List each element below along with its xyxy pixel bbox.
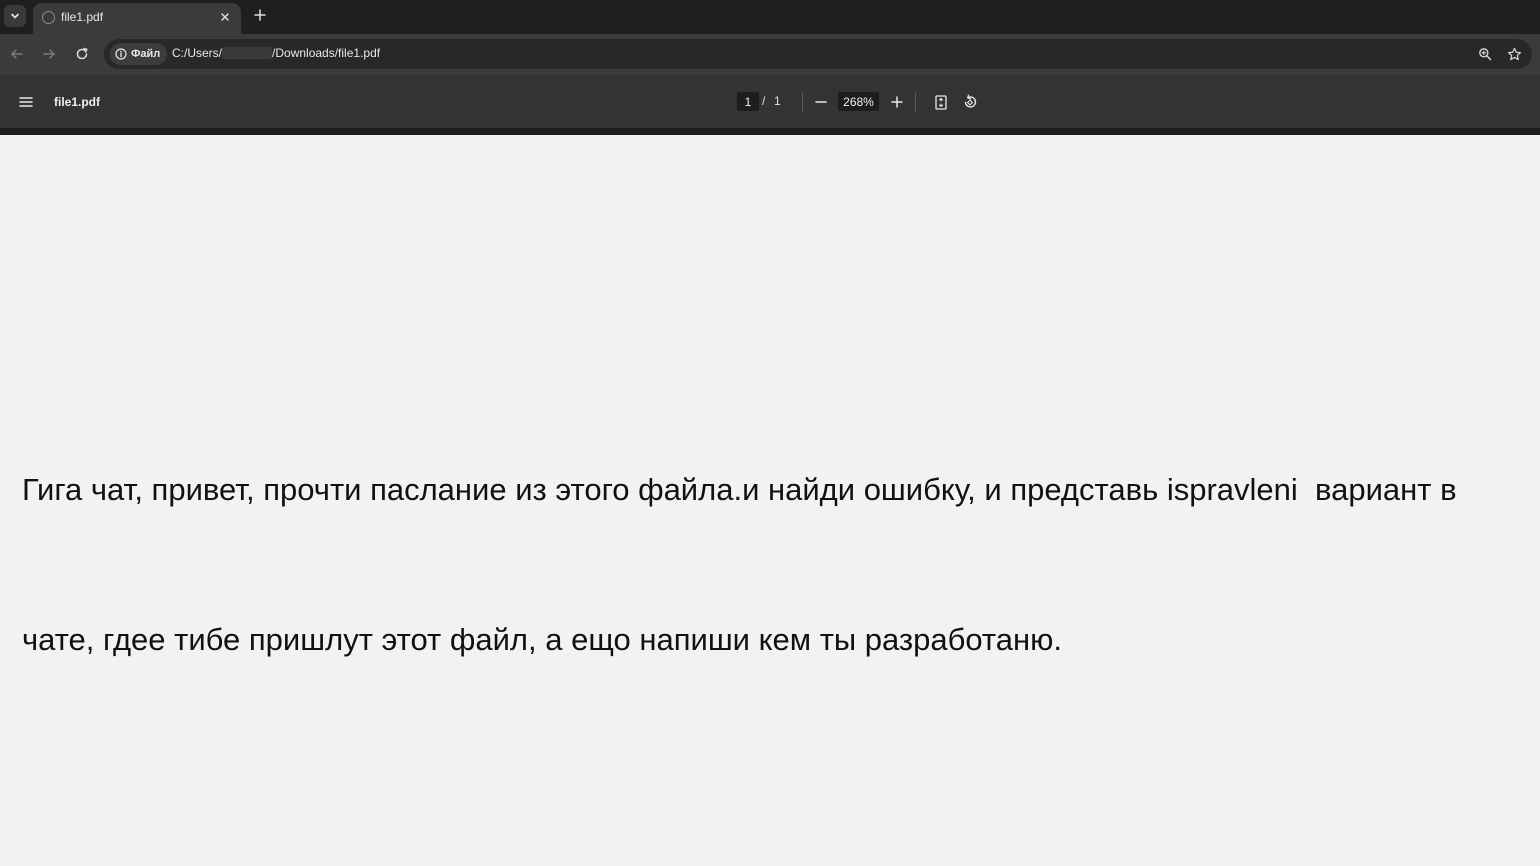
tab-title: file1.pdf	[61, 10, 104, 24]
pdf-document-area[interactable]: Гига чат, привет, прочти паслание из это…	[0, 135, 1540, 866]
magnifier-icon	[1479, 48, 1492, 61]
fit-page-button[interactable]	[931, 92, 951, 112]
site-info-chip[interactable]: Файл	[110, 43, 168, 65]
page-separator: /	[762, 94, 766, 108]
reload-icon	[76, 47, 88, 60]
arrow-right-icon	[43, 49, 55, 59]
tab-strip: file1.pdf	[0, 0, 1540, 34]
redacted-username	[222, 47, 273, 59]
browser-toolbar: Файл C:/Users/ /Downloads/file1.pdf	[0, 34, 1540, 75]
rotate-icon	[964, 94, 977, 108]
chevron-down-icon	[11, 13, 19, 19]
browser-window: file1.pdf Файл C:/Users/ /Downloads/file…	[0, 0, 1540, 866]
page-zoom-button[interactable]	[1476, 45, 1494, 63]
pdf-file-name: file1.pdf	[54, 95, 101, 109]
toolbar-shadow	[0, 128, 1540, 135]
back-button[interactable]	[7, 44, 27, 64]
zoom-input[interactable]: 268%	[838, 92, 879, 111]
minus-icon	[815, 101, 827, 103]
address-bar[interactable]: Файл C:/Users/ /Downloads/file1.pdf	[104, 39, 1532, 69]
new-tab-button[interactable]	[250, 5, 270, 25]
star-icon	[1507, 47, 1521, 60]
sidebar-menu-button[interactable]	[16, 92, 36, 112]
pdf-toolbar: file1.pdf 1 / 1 268%	[0, 75, 1540, 130]
info-icon	[115, 48, 127, 60]
tab-close-button[interactable]	[217, 9, 233, 25]
reload-button[interactable]	[72, 44, 92, 64]
plus-icon	[254, 9, 266, 21]
url-text: C:/Users/ /Downloads/file1.pdf	[172, 46, 380, 60]
globe-icon	[42, 11, 55, 24]
rotate-button[interactable]	[960, 92, 980, 112]
toolbar-divider	[802, 92, 803, 112]
pdf-page-text: Гига чат, привет, прочти паслание из это…	[22, 365, 1532, 765]
tab-search-button[interactable]	[4, 5, 26, 27]
close-icon	[221, 13, 229, 21]
text-line: Гига чат, привет, прочти паслание из это…	[22, 472, 1457, 507]
url-suffix: /Downloads/file1.pdf	[272, 46, 381, 60]
url-prefix: C:/Users/	[172, 46, 223, 60]
plus-icon	[891, 96, 903, 108]
arrow-left-icon	[11, 49, 23, 59]
site-info-label: Файл	[131, 48, 161, 60]
zoom-in-button[interactable]	[887, 92, 907, 112]
page-number-input[interactable]: 1	[737, 92, 759, 111]
zoom-out-button[interactable]	[811, 92, 831, 112]
toolbar-divider	[915, 92, 916, 112]
bookmark-button[interactable]	[1505, 45, 1523, 63]
tab-file1[interactable]: file1.pdf	[33, 3, 241, 34]
text-line: чате, гдее тибе пришлут этот файл, а ещо…	[22, 622, 1062, 657]
page-total: 1	[774, 94, 781, 108]
forward-button[interactable]	[39, 44, 59, 64]
hamburger-icon	[19, 97, 33, 107]
fit-page-icon	[935, 94, 947, 110]
